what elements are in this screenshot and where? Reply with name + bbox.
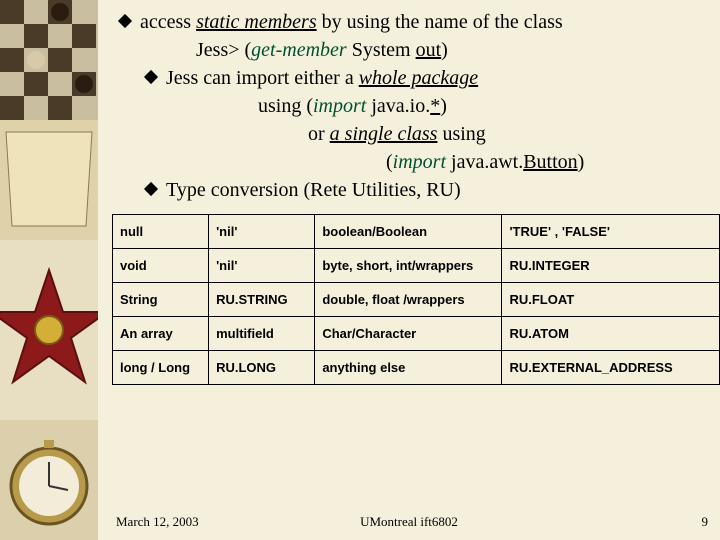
text: System xyxy=(347,39,416,61)
cell: Char/Character xyxy=(315,317,502,351)
cell: long / Long xyxy=(113,351,209,385)
bullet-list: access static members by using the name … xyxy=(108,8,710,204)
cell: RU.INTEGER xyxy=(502,249,720,283)
text: get-member xyxy=(251,39,347,61)
text: static members xyxy=(196,11,317,33)
text: ) xyxy=(441,39,448,61)
table-row: An array multifield Char/Character RU.AT… xyxy=(113,317,720,351)
table-row: void 'nil' byte, short, int/wrappers RU.… xyxy=(113,249,720,283)
cell: RU.LONG xyxy=(209,351,315,385)
type-conversion-table: null 'nil' boolean/Boolean 'TRUE' , 'FAL… xyxy=(112,214,720,385)
text: Jess can import either a xyxy=(166,67,359,89)
diamond-icon xyxy=(118,14,132,28)
text: Type conversion (Rete Utilities, RU) xyxy=(166,176,710,204)
text: import xyxy=(393,151,446,173)
text: Button xyxy=(523,151,577,173)
text: * xyxy=(430,95,440,117)
text: access xyxy=(140,11,196,33)
cell: null xyxy=(113,215,209,249)
table-row: null 'nil' boolean/Boolean 'TRUE' , 'FAL… xyxy=(113,215,720,249)
cell: 'nil' xyxy=(209,249,315,283)
diamond-icon xyxy=(144,70,158,84)
text: by using the name of the class xyxy=(317,11,563,33)
code-line-1: Jess> (get-member System out) xyxy=(196,36,710,64)
text: or xyxy=(308,123,330,145)
footer-page-number: 9 xyxy=(702,514,709,530)
bullet-3: Type conversion (Rete Utilities, RU) xyxy=(146,176,710,204)
text: ) xyxy=(440,95,447,117)
text: out xyxy=(416,39,442,61)
footer-center: UMontreal ift6802 xyxy=(98,514,720,530)
cell: String xyxy=(113,283,209,317)
bullet-2: Jess can import either a whole package xyxy=(146,64,710,92)
cell: An array xyxy=(113,317,209,351)
text: a single class xyxy=(330,123,438,145)
cell: anything else xyxy=(315,351,502,385)
cell: 'TRUE' , 'FALSE' xyxy=(502,215,720,249)
cell: RU.FLOAT xyxy=(502,283,720,317)
text: Jess> ( xyxy=(196,39,251,61)
cell: multifield xyxy=(209,317,315,351)
cell: RU.ATOM xyxy=(502,317,720,351)
cell: void xyxy=(113,249,209,283)
text: ) xyxy=(578,151,585,173)
text: ( xyxy=(386,151,393,173)
cell: RU.STRING xyxy=(209,283,315,317)
code-line-2: using (import java.io.*) xyxy=(258,92,710,120)
cell: boolean/Boolean xyxy=(315,215,502,249)
bullet-1: access static members by using the name … xyxy=(120,8,710,36)
slide-content: access static members by using the name … xyxy=(98,0,720,540)
text: import xyxy=(313,95,366,117)
text: java.awt. xyxy=(446,151,523,173)
text: whole package xyxy=(359,67,478,89)
cell: 'nil' xyxy=(209,215,315,249)
table-row: long / Long RU.LONG anything else RU.EXT… xyxy=(113,351,720,385)
cell: RU.EXTERNAL_ADDRESS xyxy=(502,351,720,385)
table-row: String RU.STRING double, float /wrappers… xyxy=(113,283,720,317)
slide-footer: March 12, 2003 UMontreal ift6802 9 xyxy=(98,510,720,530)
text-line-3: or a single class using xyxy=(308,120,710,148)
cell: byte, short, int/wrappers xyxy=(315,249,502,283)
code-line-4: (import java.awt.Button) xyxy=(386,148,710,176)
text: java.io. xyxy=(366,95,430,117)
text: using xyxy=(437,123,485,145)
decorative-sidebar xyxy=(0,0,98,540)
diamond-icon xyxy=(144,182,158,196)
cell: double, float /wrappers xyxy=(315,283,502,317)
text: using ( xyxy=(258,95,313,117)
